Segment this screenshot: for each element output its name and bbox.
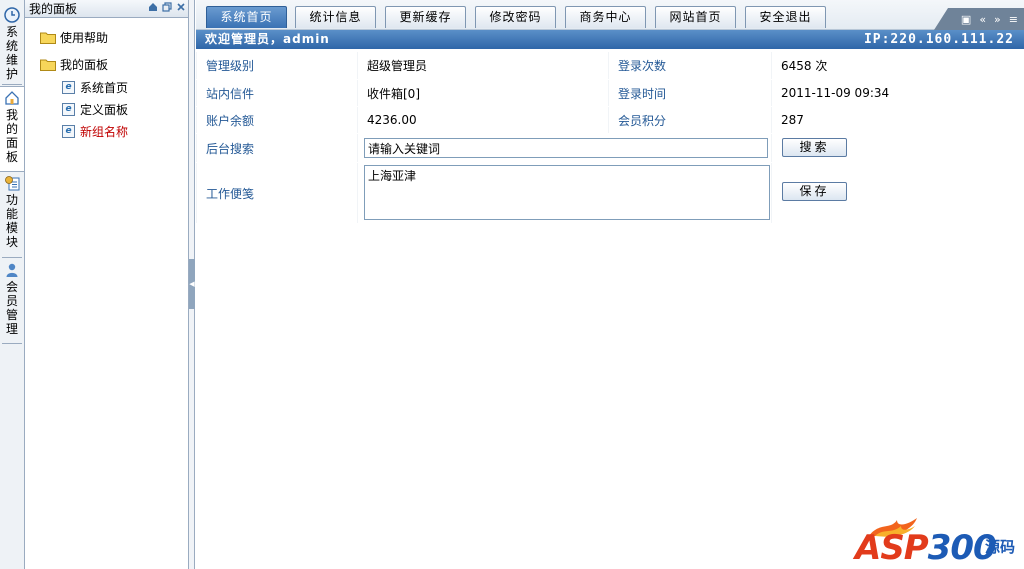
- table-row: 账户余额 4236.00 会员积分 287: [196, 107, 1024, 133]
- double-chevron-right-icon[interactable]: »: [994, 13, 1001, 26]
- tree-node-label: 我的面板: [60, 58, 109, 72]
- vtab-divider: [2, 84, 22, 85]
- notes-label: 工作便笺: [197, 163, 357, 223]
- logo-text-asp: ASP: [855, 528, 929, 568]
- inbox-value[interactable]: 收件箱[0]: [358, 80, 608, 106]
- window-icon[interactable]: ▣: [961, 13, 971, 26]
- admin-level-value: 超级管理员: [358, 52, 608, 79]
- user-icon: [6, 263, 18, 277]
- vtab-member-management[interactable]: 会员管理: [0, 259, 24, 336]
- folder-open-icon: [40, 59, 56, 71]
- collapse-arrow-icon[interactable]: ◀: [189, 259, 195, 309]
- asp300-logo: ASP300 源码: [849, 514, 1024, 569]
- login-count-label: 登录次数: [609, 52, 771, 79]
- save-button[interactable]: 保存: [782, 182, 847, 201]
- tab-safe-logout[interactable]: 安全退出: [745, 6, 826, 28]
- tree-node-my-panel[interactable]: 我的面板: [40, 56, 108, 73]
- vertical-tab-strip: 系统维护 我的面板 功能模块 会员管理: [0, 0, 25, 569]
- admin-level-label: 管理级别: [197, 52, 357, 79]
- tab-system-home[interactable]: 系统首页: [206, 6, 287, 28]
- tree-node-label: 定义面板: [80, 103, 129, 117]
- logo-text-cn: 源码: [985, 538, 1016, 556]
- notes-textarea[interactable]: 上海亚津: [364, 165, 770, 220]
- vtab-label: 功能模块: [6, 193, 19, 249]
- menu-icon[interactable]: ≡: [1009, 13, 1018, 26]
- home-icon: [5, 91, 19, 105]
- restore-icon[interactable]: [160, 1, 174, 16]
- tree-node-define-panel[interactable]: e 定义面板: [62, 101, 128, 118]
- welcome-bar: 欢迎管理员，admin IP:220.160.111.22: [196, 30, 1024, 49]
- home-icon[interactable]: [146, 2, 160, 16]
- tab-website-home[interactable]: 网站首页: [655, 6, 736, 28]
- vtab-label: 会员管理: [6, 280, 19, 336]
- points-value: 287: [772, 107, 1024, 133]
- tree-panel-header: 我的面板: [25, 0, 188, 18]
- search-button[interactable]: 搜索: [782, 138, 847, 157]
- gear-document-icon: [5, 176, 20, 191]
- logo-wordmark: ASP300: [855, 528, 997, 568]
- tree-panel: 我的面板 使用帮助 我的面板 e 系统首页 e 定义面板 e 新组名称: [25, 0, 189, 569]
- tab-change-password[interactable]: 修改密码: [475, 6, 556, 28]
- tree-node-label: 新组名称: [80, 125, 129, 139]
- clock-icon: [4, 7, 20, 23]
- tree-node-help[interactable]: 使用帮助: [40, 29, 108, 46]
- double-chevron-left-icon[interactable]: «: [979, 13, 986, 26]
- page-icon: e: [62, 81, 75, 94]
- balance-value: 4236.00: [358, 107, 608, 133]
- main-content: 系统首页 统计信息 更新缓存 修改密码 商务中心 网站首页 安全退出 ▣ « »…: [196, 0, 1024, 569]
- tree-node-new-group[interactable]: e 新组名称: [62, 123, 128, 140]
- welcome-text: 欢迎管理员，admin: [205, 32, 330, 46]
- login-time-label: 登录时间: [609, 80, 771, 106]
- tree-node-label: 系统首页: [80, 81, 129, 95]
- folder-icon: [40, 32, 56, 44]
- search-label: 后台搜索: [197, 134, 357, 162]
- table-row: 工作便笺 上海亚津 保存: [196, 163, 1024, 223]
- login-count-value: 6458 次: [772, 52, 1024, 79]
- vtab-label: 我的面板: [6, 108, 19, 164]
- login-time-value: 2011-11-09 09:34: [772, 80, 1024, 106]
- inbox-label: 站内信件: [197, 80, 357, 106]
- balance-label: 账户余额: [197, 107, 357, 133]
- tab-statistics[interactable]: 统计信息: [295, 6, 376, 28]
- vtab-my-panel[interactable]: 我的面板: [0, 86, 24, 172]
- vtab-function-modules[interactable]: 功能模块: [0, 172, 24, 249]
- points-label: 会员积分: [609, 107, 771, 133]
- page-icon: e: [62, 103, 75, 116]
- search-input[interactable]: [364, 138, 768, 158]
- panel-splitter[interactable]: ◀: [189, 0, 195, 569]
- table-row: 后台搜索 搜索: [196, 134, 1024, 162]
- tree-panel-title: 我的面板: [29, 2, 78, 16]
- page-icon: e: [62, 125, 75, 138]
- close-icon[interactable]: [174, 2, 188, 16]
- tree-node-system-home[interactable]: e 系统首页: [62, 79, 128, 96]
- toolbar-buttons: ▣ « » ≡: [934, 8, 1024, 30]
- table-row: 管理级别 超级管理员 登录次数 6458 次: [196, 52, 1024, 79]
- vtab-divider: [2, 343, 22, 344]
- tab-business-center[interactable]: 商务中心: [565, 6, 646, 28]
- vtab-system-maintenance[interactable]: 系统维护: [0, 4, 24, 81]
- ip-address: IP:220.160.111.22: [863, 32, 1014, 47]
- vtab-label: 系统维护: [6, 25, 19, 81]
- tree-node-label: 使用帮助: [60, 31, 109, 45]
- vtab-divider: [2, 257, 22, 258]
- top-tab-bar: 系统首页 统计信息 更新缓存 修改密码 商务中心 网站首页 安全退出 ▣ « »…: [196, 0, 1024, 30]
- table-row: 站内信件 收件箱[0] 登录时间 2011-11-09 09:34: [196, 80, 1024, 106]
- tab-update-cache[interactable]: 更新缓存: [385, 6, 466, 28]
